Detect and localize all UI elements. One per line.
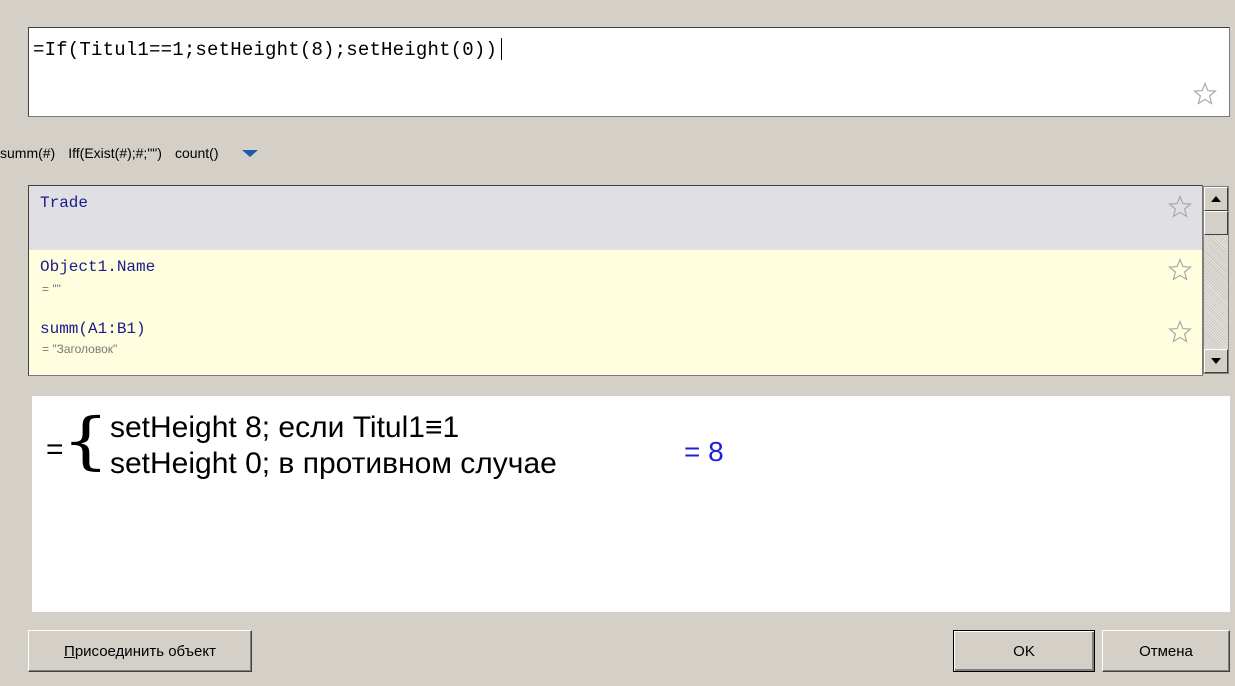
star-outline-icon[interactable] (1168, 195, 1192, 219)
scroll-up-button[interactable] (1204, 187, 1228, 211)
star-outline-icon[interactable] (1193, 82, 1217, 106)
list-item-value: = "Заголовок" (42, 342, 118, 356)
attach-object-button[interactable]: Присоединить объект (28, 630, 252, 672)
cancel-button[interactable]: Отмена (1102, 630, 1230, 672)
text-caret (501, 38, 503, 60)
ok-button[interactable]: OK (953, 630, 1095, 672)
arrow-up-icon (1211, 196, 1221, 202)
list-item-value: = "" (42, 282, 61, 296)
formula-preview: = { setHeight 8; если Titul1≡1 setHeight… (32, 396, 1230, 612)
attach-object-label: Присоединить объект (64, 642, 216, 660)
quick-functions-bar: summ(#) Iff(Exist(#);#;"") count() (0, 138, 260, 168)
list-item[interactable]: summ(A1:B1) = "Заголовок" (29, 312, 1202, 375)
list-item-header[interactable]: Trade (29, 186, 1202, 250)
scroll-down-button[interactable] (1204, 349, 1228, 373)
preview-result: = 8 (684, 436, 724, 467)
star-outline-icon[interactable] (1168, 258, 1192, 282)
list-item-name: Object1.Name (40, 258, 156, 276)
list-item-name: Trade (40, 194, 89, 212)
quick-function-iff-exist[interactable]: Iff(Exist(#);#;"") (68, 145, 162, 161)
variables-list: Trade Object1.Name = "" summ(A1:B1) = "З… (28, 185, 1203, 376)
star-outline-icon[interactable] (1168, 320, 1192, 344)
quick-function-count[interactable]: count() (175, 145, 219, 161)
arrow-down-icon (1211, 358, 1221, 364)
list-item-name: summ(A1:B1) (40, 320, 146, 338)
preview-case-2: setHeight 0; в противном случае (110, 447, 557, 480)
cancel-label: Отмена (1139, 642, 1193, 660)
ok-label: OK (1013, 642, 1035, 660)
brace-symbol: { (62, 404, 110, 477)
formula-text: =If(Titul1==1;setHeight(8);setHeight(0)) (33, 38, 503, 61)
list-scrollbar[interactable] (1203, 186, 1229, 374)
list-item[interactable]: Object1.Name = "" (29, 250, 1202, 312)
quick-function-summ[interactable]: summ(#) (0, 145, 55, 161)
chevron-down-icon[interactable] (240, 146, 260, 160)
formula-input[interactable]: =If(Titul1==1;setHeight(8);setHeight(0)) (28, 27, 1230, 117)
preview-case-1: setHeight 8; если Titul1≡1 (110, 411, 460, 444)
preview-equals: = (46, 433, 64, 466)
scroll-thumb[interactable] (1204, 211, 1228, 235)
